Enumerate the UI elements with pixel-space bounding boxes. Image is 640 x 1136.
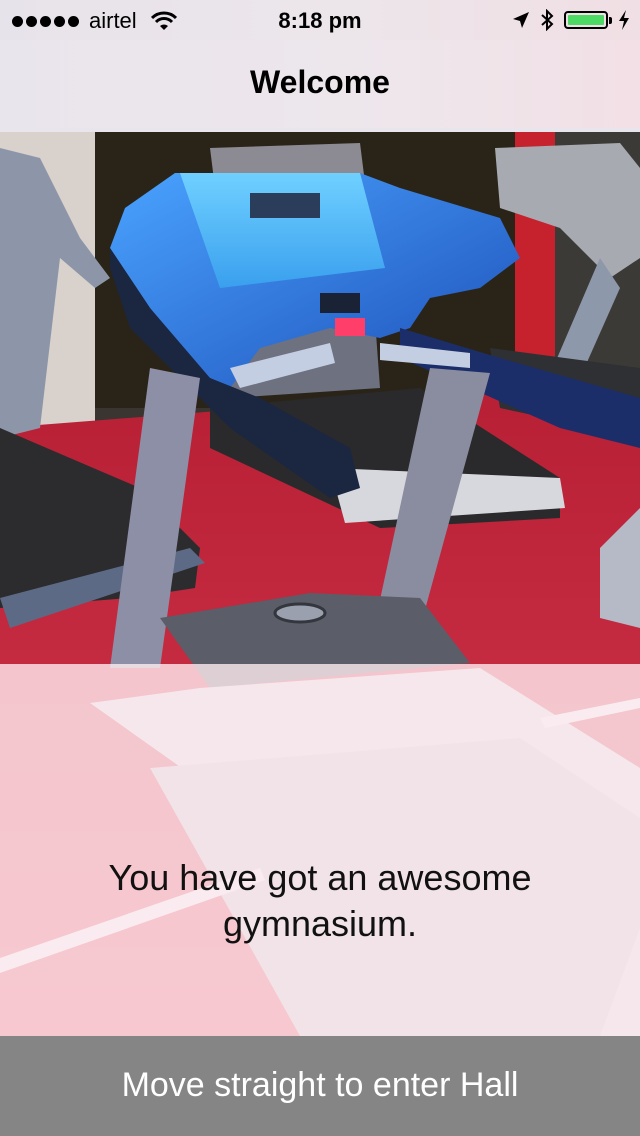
bluetooth-icon	[541, 9, 554, 31]
navigation-bar: Welcome	[0, 40, 640, 129]
status-left: airtel	[12, 8, 177, 34]
battery-icon	[564, 11, 612, 29]
status-right	[512, 9, 630, 31]
wifi-icon	[150, 11, 177, 30]
status-bar: airtel 8:18 pm	[0, 0, 640, 40]
signal-dots-icon	[12, 15, 79, 27]
enter-hall-button[interactable]: Move straight to enter Hall	[0, 1036, 640, 1136]
charging-bolt-icon	[619, 10, 629, 30]
enter-hall-label: Move straight to enter Hall	[121, 1066, 519, 1104]
message-overlay	[0, 664, 640, 1036]
carrier-name: airtel	[89, 8, 137, 33]
welcome-message: You have got an awesome gymnasium.	[108, 857, 532, 944]
page-title: Welcome	[250, 64, 390, 100]
location-arrow-icon	[513, 12, 529, 28]
